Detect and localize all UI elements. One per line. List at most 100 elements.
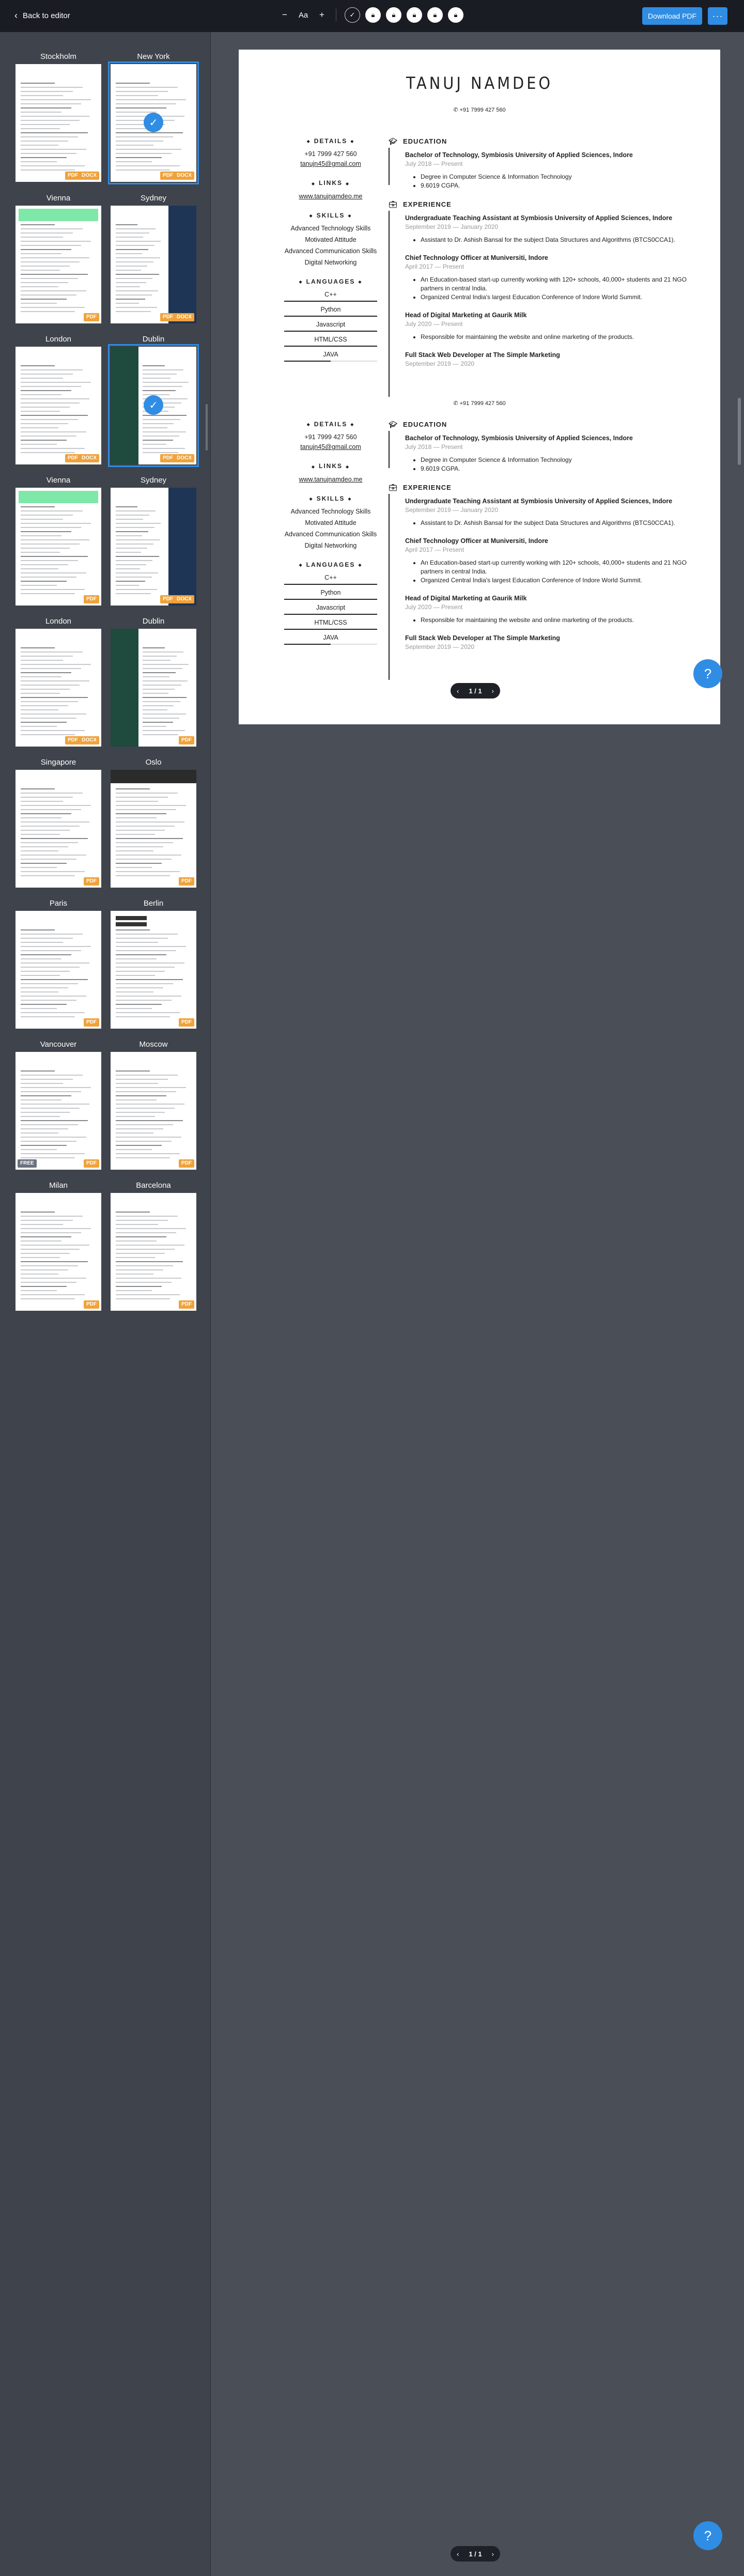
color-option-locked[interactable]: 🔒︎ [448, 7, 463, 23]
template-thumbnail[interactable]: PDF [16, 911, 101, 1029]
template-option[interactable]: Sydney PDF DOCX [111, 193, 196, 323]
download-pdf-button[interactable]: Download PDF [642, 7, 702, 25]
links-heading: ◆ LINKS ◆ [311, 462, 350, 470]
template-option[interactable]: Moscow PDF [111, 1039, 196, 1170]
template-option[interactable]: London PDF DOCX [16, 334, 101, 464]
prev-page-button[interactable]: ‹ [457, 687, 459, 695]
font-larger-button[interactable]: + [316, 10, 328, 20]
template-thumbnail[interactable]: PDF DOCX ✓ [108, 61, 199, 184]
thumbnail-block [116, 922, 147, 926]
thumbnail-line [21, 527, 81, 528]
template-thumbnail[interactable]: PDF DOCX [16, 64, 101, 182]
template-option[interactable]: Oslo PDF [111, 757, 196, 888]
template-thumbnail[interactable]: PDF [16, 770, 101, 888]
template-thumbnail[interactable]: PDF [111, 629, 196, 747]
template-thumbnail[interactable]: PDF DOCX [16, 629, 101, 747]
template-thumbnail[interactable]: PDF [111, 1052, 196, 1170]
template-option[interactable]: Dublin PDF [111, 616, 196, 747]
template-thumbnail[interactable]: PDF DOCX [16, 347, 101, 464]
template-option[interactable]: Milan PDF [16, 1181, 101, 1311]
color-option-locked[interactable]: 🔒︎ [386, 7, 401, 23]
template-option[interactable]: New York PDF DOCX ✓ [108, 52, 199, 184]
thumbnail-line [21, 299, 67, 300]
color-option-selected[interactable]: ✓ [345, 7, 360, 23]
template-thumbnail[interactable]: PDF DOCX [111, 488, 196, 606]
template-option[interactable]: Berlin PDF [111, 898, 196, 1029]
template-thumbnail[interactable]: PDF [16, 206, 101, 323]
thumbnail-line [21, 987, 68, 988]
template-thumbnail[interactable]: FREE PDF [16, 1052, 101, 1170]
format-badge: PDF [179, 736, 194, 744]
template-thumbnail[interactable]: PDF [111, 770, 196, 888]
template-name: Moscow [139, 1040, 168, 1049]
thumbnail-line [21, 241, 91, 242]
thumbnail-line [116, 1261, 183, 1262]
template-option[interactable]: Vancouver FREE PDF [16, 1039, 101, 1170]
template-thumbnail[interactable]: PDF [111, 1193, 196, 1311]
help-button[interactable]: ? [693, 2521, 722, 2550]
template-sidebar[interactable]: Stockholm PDF DOCX New York PDF DOCX ✓ Vienna PD… [0, 32, 211, 2576]
thumbnail-line [116, 958, 157, 959]
template-option[interactable]: Barcelona PDF [111, 1181, 196, 1311]
template-option[interactable]: Singapore PDF [16, 757, 101, 888]
thumbnail-line [116, 846, 163, 847]
template-thumbnail[interactable]: PDF [111, 911, 196, 1029]
color-option-locked[interactable]: 🔒︎ [427, 7, 443, 23]
thumbnail-line [116, 266, 147, 267]
detail-email[interactable]: tanujn45@gmail.com [284, 442, 377, 452]
next-page-button[interactable]: › [492, 687, 494, 695]
thumbnail-line [116, 141, 163, 142]
template-thumbnail[interactable]: PDF [16, 1193, 101, 1311]
language-item: JAVA [284, 350, 377, 362]
thumbnail-line [21, 369, 83, 370]
thumbnail-line [21, 169, 75, 170]
thumbnail-line [116, 1269, 163, 1270]
thumbnail-line [21, 112, 61, 113]
thumbnail-line [21, 1286, 67, 1287]
website-link[interactable]: www.tanujnamdeo.me [284, 475, 377, 485]
thumbnail-line [116, 149, 181, 150]
thumbnail-line [116, 1240, 157, 1242]
template-thumbnail[interactable]: PDF [16, 488, 101, 606]
thumbnail-line [143, 722, 173, 723]
thumbnail-line [116, 282, 146, 283]
entry-bullet: 9.6019 CGPA. [421, 181, 694, 190]
thumbnail-line [21, 116, 89, 117]
website-link[interactable]: www.tanujnamdeo.me [284, 192, 377, 201]
preview-scrollbar[interactable] [738, 398, 741, 465]
thumbnail-line [116, 1278, 181, 1279]
thumbnail-line [21, 1282, 76, 1283]
graduation-cap-icon: 🎓︎ [389, 420, 398, 428]
template-option[interactable]: London PDF DOCX [16, 616, 101, 747]
template-thumbnail[interactable]: PDF DOCX ✓ [108, 344, 199, 467]
template-name: Singapore [40, 758, 76, 767]
template-option[interactable]: Paris PDF [16, 898, 101, 1029]
thumbnail-line [21, 967, 80, 968]
color-option-locked[interactable]: 🔒︎ [407, 7, 422, 23]
template-option[interactable]: Dublin PDF DOCX ✓ [108, 334, 199, 467]
template-option[interactable]: Vienna PDF [16, 193, 101, 323]
entry-title: Head of Digital Marketing at Gaurik Milk [405, 595, 527, 602]
template-option[interactable]: Stockholm PDF DOCX [16, 52, 101, 182]
thumbnail-line [21, 942, 63, 943]
sidebar-scrollbar[interactable] [206, 404, 208, 451]
color-option-locked[interactable]: 🔒︎ [365, 7, 381, 23]
entry-title: Chief Technology Officer at Muniversiti,… [405, 537, 548, 545]
next-page-button[interactable]: › [492, 2550, 494, 2558]
font-smaller-button[interactable]: − [279, 10, 290, 20]
thumbnail-line [21, 303, 57, 304]
help-button[interactable]: ? [693, 659, 722, 688]
back-to-editor-button[interactable]: ‹ Back to editor [14, 10, 70, 21]
resume-phone-top: ✆ +91 7999 427 560 [453, 107, 506, 113]
template-thumbnail[interactable]: PDF DOCX [111, 206, 196, 323]
prev-page-button[interactable]: ‹ [457, 2550, 459, 2558]
template-option[interactable]: Sydney PDF DOCX [111, 475, 196, 606]
detail-email[interactable]: tanujn45@gmail.com [284, 159, 377, 169]
thumbnail-line [21, 266, 70, 267]
thumbnail-block [168, 488, 196, 606]
selected-check-icon: ✓ [144, 113, 163, 132]
language-item: HTML/CSS [284, 335, 377, 347]
more-options-button[interactable]: ··· [708, 7, 727, 25]
template-option[interactable]: Vienna PDF [16, 475, 101, 606]
entry-title: Full Stack Web Developer at The Simple M… [405, 351, 560, 359]
